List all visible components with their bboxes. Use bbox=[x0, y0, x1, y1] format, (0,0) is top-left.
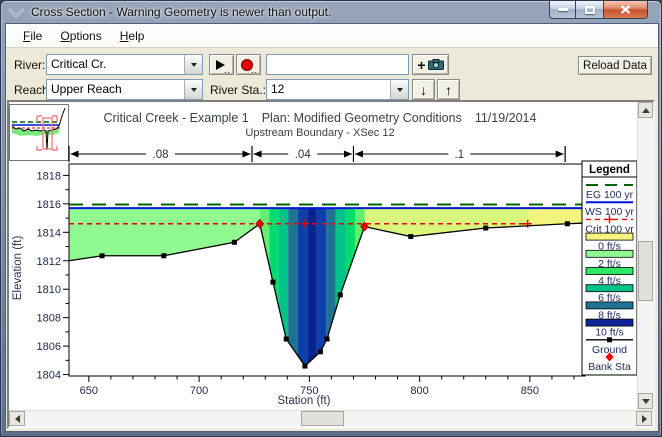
scroll-right-button[interactable] bbox=[636, 411, 652, 426]
chevron-down-icon bbox=[191, 88, 197, 92]
svg-text:1814: 1814 bbox=[37, 227, 61, 239]
animate-record-button[interactable]: .. bbox=[236, 54, 261, 75]
maximize-icon bbox=[585, 6, 595, 14]
vertical-scroll-thumb[interactable] bbox=[638, 241, 653, 301]
plot-title-project: Critical Creek - Example 1 bbox=[104, 111, 249, 125]
add-plot-to-report-button[interactable]: + bbox=[412, 54, 449, 75]
plan-text-field[interactable] bbox=[266, 54, 409, 75]
x-axis-label: Station (ft) bbox=[49, 395, 559, 407]
velocity-band bbox=[269, 208, 278, 376]
up-arrow-icon bbox=[642, 108, 650, 113]
plot-title-plan: Plan: Modified Geometry Conditions bbox=[262, 111, 462, 125]
reach-dropdown-button[interactable] bbox=[184, 80, 202, 99]
plus-icon: + bbox=[417, 57, 425, 73]
reload-data-button[interactable]: Reload Data bbox=[578, 56, 652, 75]
velocity-band bbox=[346, 208, 355, 376]
down-arrow-icon: ↓ bbox=[420, 83, 427, 97]
river-dropdown-button[interactable] bbox=[184, 55, 202, 74]
down-arrow-icon bbox=[642, 399, 650, 404]
river-station-combobox[interactable]: 12 bbox=[266, 79, 409, 100]
river-label: River: bbox=[14, 58, 45, 72]
svg-text:.1: .1 bbox=[455, 149, 465, 161]
menu-options[interactable]: Options bbox=[51, 26, 110, 46]
left-arrow-icon bbox=[15, 415, 20, 423]
scroll-up-button[interactable] bbox=[638, 102, 653, 118]
velocity-bands bbox=[69, 208, 585, 376]
chevron-down-icon bbox=[191, 63, 197, 67]
plot-subtitle: Upstream Boundary - XSec 12 bbox=[59, 127, 581, 139]
river-station-dropdown-button[interactable] bbox=[390, 80, 408, 99]
velocity-band bbox=[69, 208, 260, 376]
chart-panel: 6507007508008501804180618081810181218141… bbox=[7, 100, 655, 429]
velocity-band bbox=[364, 208, 529, 376]
svg-text:.08: .08 bbox=[153, 149, 169, 161]
svg-text:1808: 1808 bbox=[37, 313, 61, 325]
reach-combobox[interactable]: Upper Reach bbox=[46, 79, 203, 100]
river-station-value: 12 bbox=[267, 80, 390, 99]
plot-title-date: 11/19/2014 bbox=[475, 111, 537, 125]
right-arrow-icon bbox=[642, 415, 647, 423]
plot-options-button[interactable]: .. bbox=[209, 54, 234, 75]
minimize-button[interactable] bbox=[549, 1, 576, 19]
scroll-down-button[interactable] bbox=[638, 393, 653, 409]
velocity-band bbox=[279, 208, 288, 376]
app-icon bbox=[8, 6, 25, 19]
velocity-band bbox=[326, 208, 335, 376]
up-arrow-icon: ↑ bbox=[445, 83, 452, 97]
velocity-band bbox=[530, 208, 585, 376]
close-icon bbox=[620, 5, 631, 14]
svg-text:EG 100 yr: EG 100 yr bbox=[586, 189, 634, 201]
scroll-left-button[interactable] bbox=[9, 411, 25, 426]
cross-section-window: Cross Section - Warning Geometry is newe… bbox=[0, 0, 662, 437]
plot-title: Critical Creek - Example 1 Plan: Modifie… bbox=[59, 111, 581, 125]
close-button[interactable] bbox=[603, 1, 648, 19]
window-title: Cross Section - Warning Geometry is newe… bbox=[31, 5, 331, 19]
svg-text:1816: 1816 bbox=[37, 199, 61, 211]
next-station-up-button[interactable]: ↑ bbox=[437, 79, 460, 100]
svg-text:1804: 1804 bbox=[37, 370, 61, 382]
reach-value: Upper Reach bbox=[47, 80, 184, 99]
minimize-icon bbox=[558, 8, 568, 11]
svg-text:1818: 1818 bbox=[37, 170, 61, 182]
horizontal-scroll-thumb[interactable] bbox=[301, 411, 344, 426]
svg-text:Legend: Legend bbox=[589, 164, 630, 176]
chevron-down-icon bbox=[397, 88, 403, 92]
velocity-band bbox=[288, 208, 297, 376]
velocity-band bbox=[355, 208, 364, 376]
velocity-band bbox=[307, 208, 316, 376]
menu-bar: File Options Help bbox=[6, 24, 658, 48]
svg-text:10 ft/s: 10 ft/s bbox=[595, 327, 624, 339]
client-area: File Options Help River: Critical Cr. ..… bbox=[5, 23, 659, 432]
menu-help[interactable]: Help bbox=[111, 26, 154, 46]
velocity-band bbox=[260, 208, 269, 376]
next-station-down-button[interactable]: ↓ bbox=[412, 79, 435, 100]
ellipsis: .. bbox=[224, 65, 231, 75]
ellipsis: .. bbox=[251, 65, 258, 75]
legend-box: LegendEG 100 yrWS 100 yrCrit 100 yr0 ft/… bbox=[582, 161, 637, 375]
menu-file[interactable]: File bbox=[14, 26, 51, 46]
river-station-label: River Sta.: bbox=[210, 83, 266, 97]
svg-text:1806: 1806 bbox=[37, 341, 61, 353]
cross-section-plot[interactable]: 6507007508008501804180618081810181218141… bbox=[9, 102, 637, 410]
river-value: Critical Cr. bbox=[47, 55, 184, 74]
y-axis-label: Elevation (ft) bbox=[12, 230, 24, 306]
horizontal-scrollbar[interactable] bbox=[9, 410, 653, 426]
svg-text:1812: 1812 bbox=[37, 256, 61, 268]
manning-n-row: .08 .04 .1 bbox=[69, 146, 565, 162]
svg-text:.04: .04 bbox=[295, 149, 312, 161]
camera-icon bbox=[428, 59, 444, 70]
vertical-scrollbar[interactable] bbox=[637, 102, 653, 410]
svg-text:1810: 1810 bbox=[37, 284, 61, 296]
titlebar[interactable]: Cross Section - Warning Geometry is newe… bbox=[1, 1, 661, 23]
velocity-band bbox=[298, 208, 308, 376]
river-combobox[interactable]: Critical Cr. bbox=[46, 54, 203, 75]
svg-text:Bank Sta: Bank Sta bbox=[588, 361, 631, 373]
maximize-button[interactable] bbox=[576, 1, 603, 19]
